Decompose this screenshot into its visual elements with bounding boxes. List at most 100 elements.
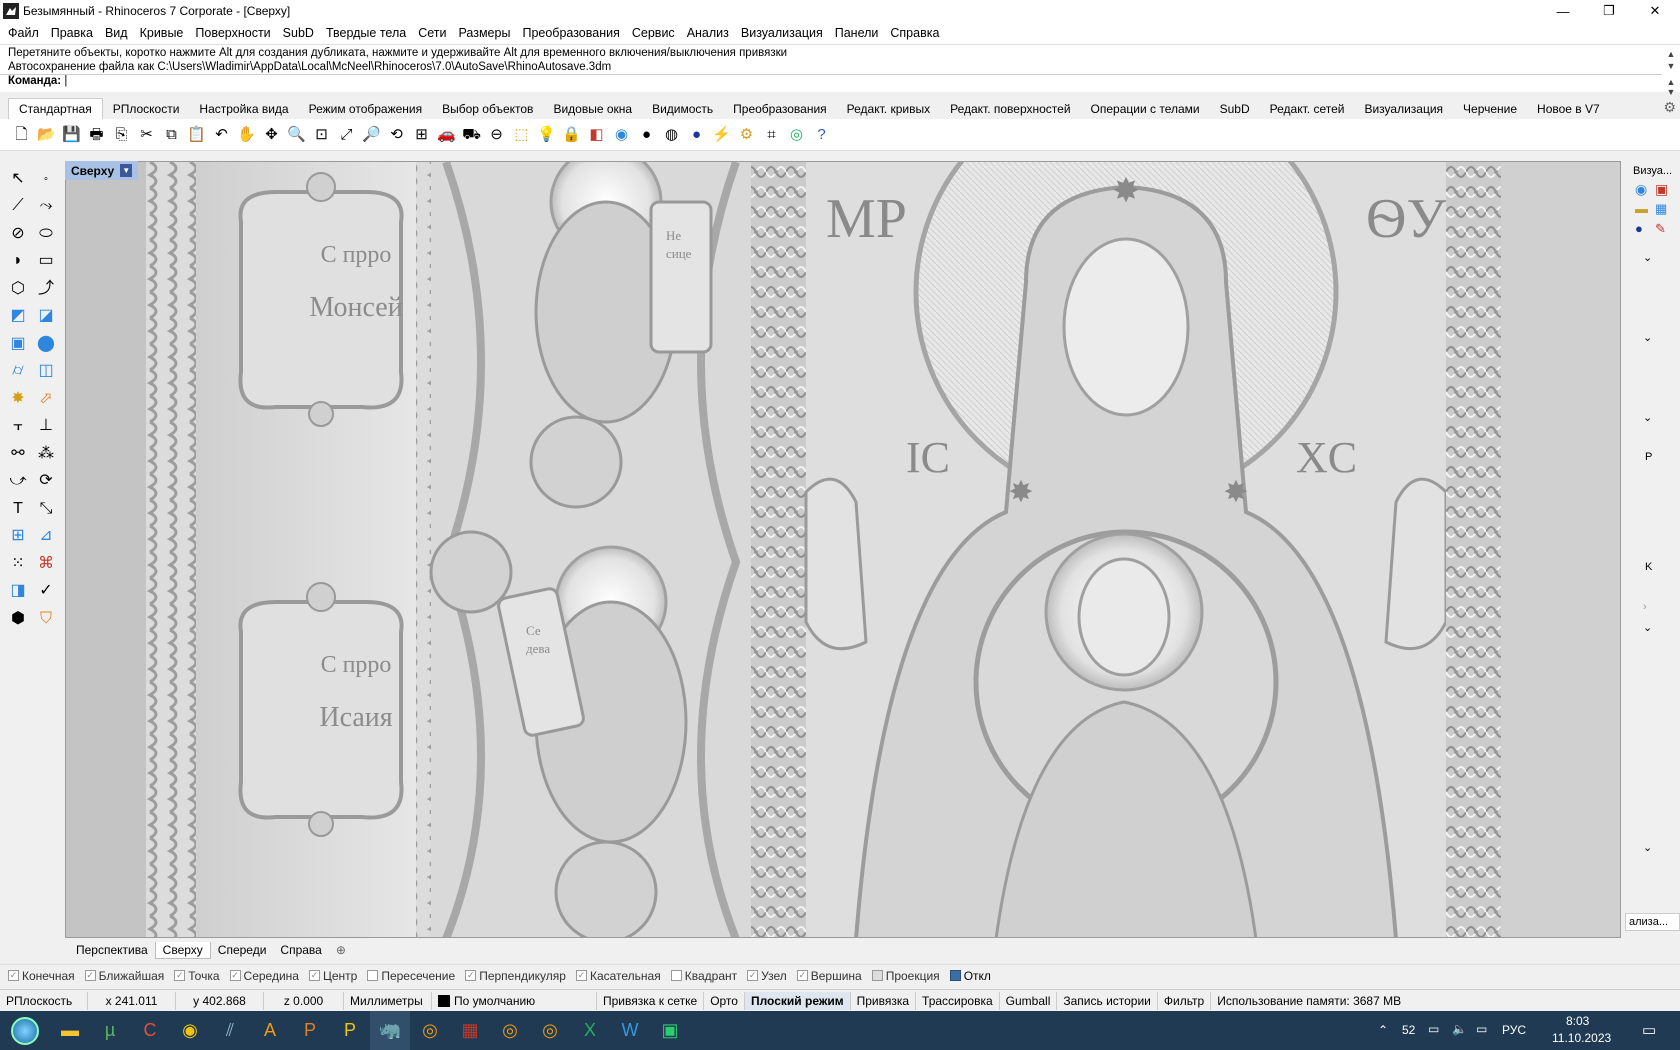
osnap-toggle[interactable]: Привязка [851, 991, 917, 1010]
tab-select[interactable]: Выбор объектов [432, 102, 543, 119]
shaded-car-icon[interactable]: ⛟ [460, 123, 483, 146]
menu-surfaces[interactable]: Поверхности [189, 26, 276, 40]
globe-icon[interactable]: ◎ [785, 123, 808, 146]
units-status[interactable]: Миллиметры [344, 991, 432, 1010]
tray-network-icon[interactable]: ▭ [1428, 1022, 1439, 1036]
ccleaner-icon[interactable]: C [130, 1011, 170, 1050]
circle-icon[interactable]: ⊘ [4, 220, 32, 248]
environment-icon[interactable]: ▦ [1655, 201, 1667, 217]
rotate-icon[interactable]: ⟳ [32, 468, 60, 496]
menu-solids[interactable]: Твердые тела [320, 26, 412, 40]
filter-toggle[interactable]: Фильтр [1158, 991, 1212, 1010]
explode-icon[interactable]: ✸ [4, 385, 32, 413]
dimension-icon[interactable]: ⊿ [32, 523, 60, 551]
osnap-project[interactable]: Проекция [871, 969, 940, 983]
undo-icon[interactable]: ↶ [210, 123, 233, 146]
chevron-down-icon[interactable]: ⌄ [1643, 841, 1652, 854]
rendered-sphere-icon[interactable]: ◍ [660, 123, 683, 146]
menu-edit[interactable]: Правка [45, 26, 99, 40]
join-icon[interactable]: ⚯ [4, 440, 32, 468]
point-icon[interactable]: ∘ [32, 165, 60, 193]
select-icon[interactable]: ⬚ [510, 123, 533, 146]
cplane-icon[interactable]: ⊖ [485, 123, 508, 146]
help-icon[interactable]: ? [810, 123, 833, 146]
menu-view[interactable]: Вид [99, 26, 134, 40]
tab-set-view[interactable]: Настройка вида [189, 102, 298, 119]
zoom-selected-icon[interactable]: 🔎 [360, 123, 383, 146]
paint-icon[interactable]: ⛉ [32, 605, 60, 633]
tray-speaker-icon[interactable]: 🔈 [1452, 1022, 1467, 1036]
boolean-icon[interactable]: ⬤ [32, 330, 60, 358]
osnap-tan[interactable]: ✓ Касательная [575, 969, 661, 983]
polygon-icon[interactable]: ⬡ [4, 275, 32, 303]
check-icon[interactable]: ✓ [32, 578, 60, 606]
import-icon[interactable]: ⎘ [110, 123, 133, 146]
select-arrow-icon[interactable]: ↖ [4, 165, 32, 193]
move-icon[interactable]: ⤻ [4, 468, 32, 496]
file-explorer-icon[interactable]: ▬ [50, 1011, 90, 1050]
tab-render-tools[interactable]: Визуализация [1354, 102, 1453, 119]
zoom-extents-icon[interactable]: ⤢ [335, 123, 358, 146]
tab-right[interactable]: Справа [273, 942, 328, 958]
tab-visibility[interactable]: Видимость [642, 102, 723, 119]
osnap-knot[interactable]: ✓ Узел [747, 969, 787, 983]
menu-tools[interactable]: Сервис [626, 26, 681, 40]
word-icon[interactable]: W [610, 1011, 650, 1050]
tab-mesh-tools[interactable]: Редакт. сетей [1260, 102, 1355, 119]
restore-button[interactable]: ❐ [1586, 0, 1632, 22]
shaded-sphere-icon[interactable]: ● [635, 123, 658, 146]
zoom-icon[interactable]: 🔍 [285, 123, 308, 146]
fillet-curve-icon[interactable]: ⤴ [32, 275, 60, 303]
app-green-icon[interactable]: ▣ [650, 1011, 690, 1050]
render-icon[interactable]: ▣ [1655, 181, 1668, 198]
light-icon[interactable]: ⚡ [710, 123, 733, 146]
osnap-cen[interactable]: ✓ Центр [308, 969, 357, 983]
tab-curve-tools[interactable]: Редакт. кривых [837, 102, 940, 119]
paste-icon[interactable]: 📋 [185, 123, 208, 146]
utorrent-icon[interactable]: µ [90, 1011, 130, 1050]
render-sphere-icon[interactable]: ● [685, 123, 708, 146]
menu-file[interactable]: Файл [2, 26, 45, 40]
render-panel-tab[interactable]: ализа... [1625, 913, 1680, 931]
tab-perspective[interactable]: Перспектива [69, 942, 155, 958]
tray-chevron-up-icon[interactable]: ⌃ [1378, 1023, 1388, 1037]
menu-meshes[interactable]: Сети [412, 26, 452, 40]
osnap-disable[interactable]: Откл [949, 969, 991, 983]
menu-analyze[interactable]: Анализ [681, 26, 735, 40]
ellipse-icon[interactable]: ⬭ [32, 220, 60, 248]
rhino-taskbar-icon[interactable]: 🦏 [370, 1011, 410, 1050]
copy-icon[interactable]: ⧉ [160, 123, 183, 146]
powershape-icon[interactable]: P [330, 1011, 370, 1050]
osnap-point[interactable]: ✓ Точка [174, 969, 220, 983]
history-scroll-down-icon[interactable]: ▼ [1664, 59, 1678, 73]
close-button[interactable]: ✕ [1632, 0, 1678, 22]
snap-icon[interactable]: ⌗ [760, 123, 783, 146]
chevron-right-icon[interactable]: › [1643, 601, 1647, 613]
box-icon[interactable]: ▣ [4, 330, 32, 358]
tray-date[interactable]: 11.10.2023 [1552, 1031, 1611, 1045]
osnap-vertex[interactable]: ✓ Вершина [796, 969, 862, 983]
text-icon[interactable]: T [4, 495, 32, 523]
top-viewport[interactable]: ✸ ✸ ✸ С пррo Монсей С пррo Исаия Не сице… [65, 161, 1621, 938]
gumball-toggle[interactable]: Gumball [1000, 991, 1058, 1010]
layer-status[interactable]: По умолчанию [432, 991, 597, 1010]
chevron-down-icon[interactable]: ⌄ [1643, 621, 1652, 634]
print-icon[interactable]: 🖶 [85, 123, 108, 146]
tray-battery-icon[interactable]: ▭ [1476, 1022, 1487, 1036]
notifications-icon[interactable]: ▭ [1642, 1021, 1656, 1039]
four-viewports-icon[interactable]: ⊞ [410, 123, 433, 146]
split-icon[interactable]: ⊥ [32, 413, 60, 441]
osnap-int[interactable]: Пересечение [367, 969, 455, 983]
viewport-menu-chevron-icon[interactable]: ▼ [120, 164, 133, 177]
tab-standard[interactable]: Стандартная [8, 98, 103, 119]
ortho-toggle[interactable]: Орто [704, 991, 745, 1010]
gear-icon[interactable]: ⚙ [1663, 99, 1676, 116]
record-history-toggle[interactable]: Запись истории [1057, 991, 1158, 1010]
app-red-icon[interactable]: ▦ [450, 1011, 490, 1050]
menu-render[interactable]: Визуализация [735, 26, 829, 40]
tab-cplanes[interactable]: РПлоскости [103, 102, 190, 119]
tab-drafting[interactable]: Черчение [1453, 102, 1527, 119]
material-icon[interactable]: ● [1635, 221, 1643, 236]
blender-icon-3[interactable]: ◎ [530, 1011, 570, 1050]
array-icon[interactable]: ⊞ [4, 523, 32, 551]
